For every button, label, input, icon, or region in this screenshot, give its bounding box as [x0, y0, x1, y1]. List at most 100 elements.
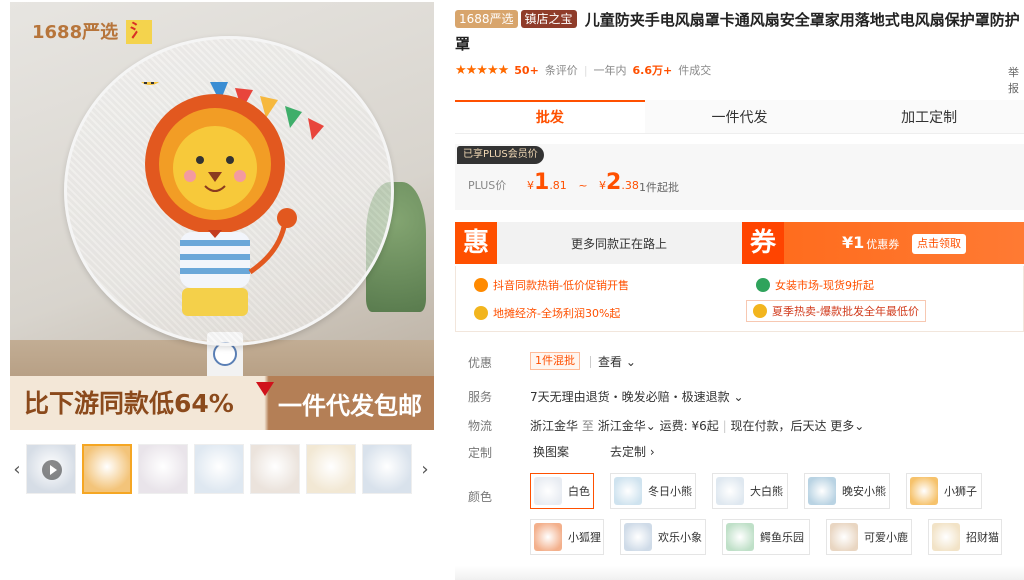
- activity-text: 夏季热卖-爆款批发全年最低价: [772, 305, 919, 318]
- tab-custom[interactable]: 加工定制: [834, 100, 1024, 133]
- activity-panel: 抖音同款热销-低价促销开售 女装市场-现货9折起 地摊经济-全场利润30%起 夏…: [455, 266, 1024, 332]
- tab-wholesale[interactable]: 批发: [455, 100, 645, 133]
- product-title: 1688严选 镇店之宝 儿童防夹手电风扇罩卡通风扇安全罩家用落地式电风扇保护罩防护…: [455, 8, 1020, 56]
- thumb-next-icon[interactable]: ›: [418, 444, 432, 494]
- color-option-label: 大白熊: [750, 485, 783, 498]
- down-arrow-icon: [256, 382, 274, 396]
- price-box: 已享PLUS会员价 PLUS价 ¥1.81 ~ ¥2.38 1件起批: [455, 144, 1024, 210]
- swatch-image: [534, 477, 562, 505]
- color-label: 颜色: [468, 490, 493, 504]
- service-label: 服务: [468, 390, 493, 404]
- color-option[interactable]: 小狐狸: [530, 519, 604, 555]
- price-tilde: ~: [578, 179, 588, 192]
- swatch-image: [614, 477, 642, 505]
- ship-to-select[interactable]: 浙江金华: [598, 419, 646, 433]
- chevron-down-icon: ⌄: [645, 419, 656, 433]
- thumb-prev-icon[interactable]: ‹: [10, 444, 24, 494]
- yanxuan-watermark: 1688严选: [32, 22, 119, 43]
- color-option[interactable]: 大白熊: [712, 473, 788, 509]
- color-option[interactable]: 晚安小熊: [804, 473, 890, 509]
- sales-label: 件成交: [678, 64, 712, 77]
- thumbnail-item[interactable]: [138, 444, 188, 494]
- go-custom-button[interactable]: 去定制 ›: [610, 443, 655, 460]
- swatch-image: [624, 523, 652, 551]
- promo-discount: 惠 更多同款正在路上: [455, 222, 742, 264]
- flower-icon: [474, 306, 488, 320]
- tab-dropship[interactable]: 一件代发: [644, 100, 835, 133]
- review-count[interactable]: 50+: [514, 64, 539, 77]
- activity-item[interactable]: 抖音同款热销-低价促销开售: [474, 277, 629, 293]
- coupon-value: ¥1: [842, 233, 865, 252]
- rating-stars-icon: ★★★★★: [455, 62, 509, 78]
- swatch-image: [910, 477, 938, 505]
- thumbnail-item[interactable]: [194, 444, 244, 494]
- color-option[interactable]: 欢乐小象: [620, 519, 706, 555]
- service-value[interactable]: 7天无理由退货・晚发必赔・极速退款 ⌄: [530, 388, 744, 405]
- thumbnail-item[interactable]: [306, 444, 356, 494]
- price-low-dec: .81: [549, 179, 567, 192]
- more-logistics-link[interactable]: 更多: [830, 419, 854, 433]
- color-option-label: 小狮子: [944, 485, 977, 498]
- color-option[interactable]: 白色: [530, 473, 594, 509]
- thumbnail-image: [195, 445, 243, 493]
- currency-symbol: ¥: [527, 179, 534, 192]
- thumbnail-item[interactable]: [362, 444, 412, 494]
- activity-item[interactable]: 女装市场-现货9折起: [756, 277, 874, 293]
- color-option[interactable]: 招财猫: [928, 519, 1002, 555]
- sun-icon: [474, 278, 488, 292]
- change-pattern-button[interactable]: 换图案: [533, 443, 569, 460]
- store-treasure-badge: 镇店之宝: [520, 10, 577, 28]
- thumbnail-item[interactable]: [82, 444, 132, 494]
- plus-member-tag: 已享PLUS会员价: [457, 146, 544, 164]
- service-text: 7天无理由退货・晚发必赔・极速退款: [530, 390, 730, 404]
- color-option[interactable]: 冬日小熊: [610, 473, 696, 509]
- report-link[interactable]: 举报: [1008, 64, 1024, 96]
- swatch-image: [808, 477, 836, 505]
- thumbnail-image: [251, 445, 299, 493]
- thumbnail-image: [307, 445, 355, 493]
- ship-from: 浙江金华: [530, 419, 579, 433]
- chevron-down-icon: ⌄: [625, 355, 636, 369]
- activity-item[interactable]: 地摊经济-全场利润30%起: [474, 305, 620, 321]
- promo-bar: 惠 更多同款正在路上 券 ¥1 优惠券 点击领取: [455, 222, 1024, 264]
- thumbnail-image: [139, 445, 187, 493]
- go-custom-text: 去定制: [610, 445, 647, 459]
- lion-illustration: [141, 82, 324, 316]
- purchase-mode-tabs: 批发 一件代发 加工定制: [455, 100, 1024, 134]
- min-order: 1件起批: [639, 181, 679, 194]
- price-range: ¥1.81 ~ ¥2.38: [527, 170, 639, 195]
- color-option[interactable]: 小狮子: [906, 473, 982, 509]
- main-product-image[interactable]: 1688严选 氵: [10, 2, 434, 430]
- view-discount-link[interactable]: 查看 ⌄: [598, 353, 636, 370]
- thumbnail-item[interactable]: [250, 444, 300, 494]
- brand-logo-icon: 氵: [126, 20, 152, 44]
- chevron-down-icon: ⌄: [733, 390, 744, 404]
- thumbnail-video[interactable]: [26, 444, 76, 494]
- freight: 运费: ¥6起: [659, 419, 719, 433]
- activity-text: 抖音同款热销-低价促销开售: [493, 279, 629, 292]
- logistics-label: 物流: [468, 419, 493, 433]
- review-label: 条评价: [544, 64, 578, 77]
- activity-item[interactable]: 夏季热卖-爆款批发全年最低价: [746, 300, 926, 322]
- currency-symbol: ¥: [599, 179, 607, 192]
- banner-discount-text: 比下游同款低64%: [24, 389, 234, 418]
- claim-coupon-button[interactable]: 点击领取: [912, 234, 966, 254]
- coupon-amount: ¥1 优惠券: [842, 233, 899, 252]
- swatch-image: [716, 477, 744, 505]
- color-option-label: 欢乐小象: [658, 531, 702, 544]
- next-row-hint: [455, 566, 1024, 580]
- color-option-label: 冬日小熊: [648, 485, 692, 498]
- activity-text: 女装市场-现货9折起: [775, 279, 874, 292]
- thumbnail-image: [363, 445, 411, 493]
- color-option[interactable]: 鳄鱼乐园: [722, 519, 810, 555]
- banner-dropship-text: 一件代发包邮: [278, 392, 422, 420]
- price-high-int: 2: [606, 170, 622, 195]
- discount-icon: 惠: [455, 222, 497, 264]
- sales-count: 6.6万+: [632, 64, 673, 77]
- swatch-image: [534, 523, 562, 551]
- price-high-dec: .38: [621, 179, 639, 192]
- rating-row: ★★★★★ 50+ 条评价 | 一年内 6.6万+ 件成交: [455, 62, 711, 78]
- color-option[interactable]: 可爱小鹿: [826, 519, 912, 555]
- promo-left-text: 更多同款正在路上: [571, 237, 668, 251]
- view-text: 查看: [598, 355, 623, 369]
